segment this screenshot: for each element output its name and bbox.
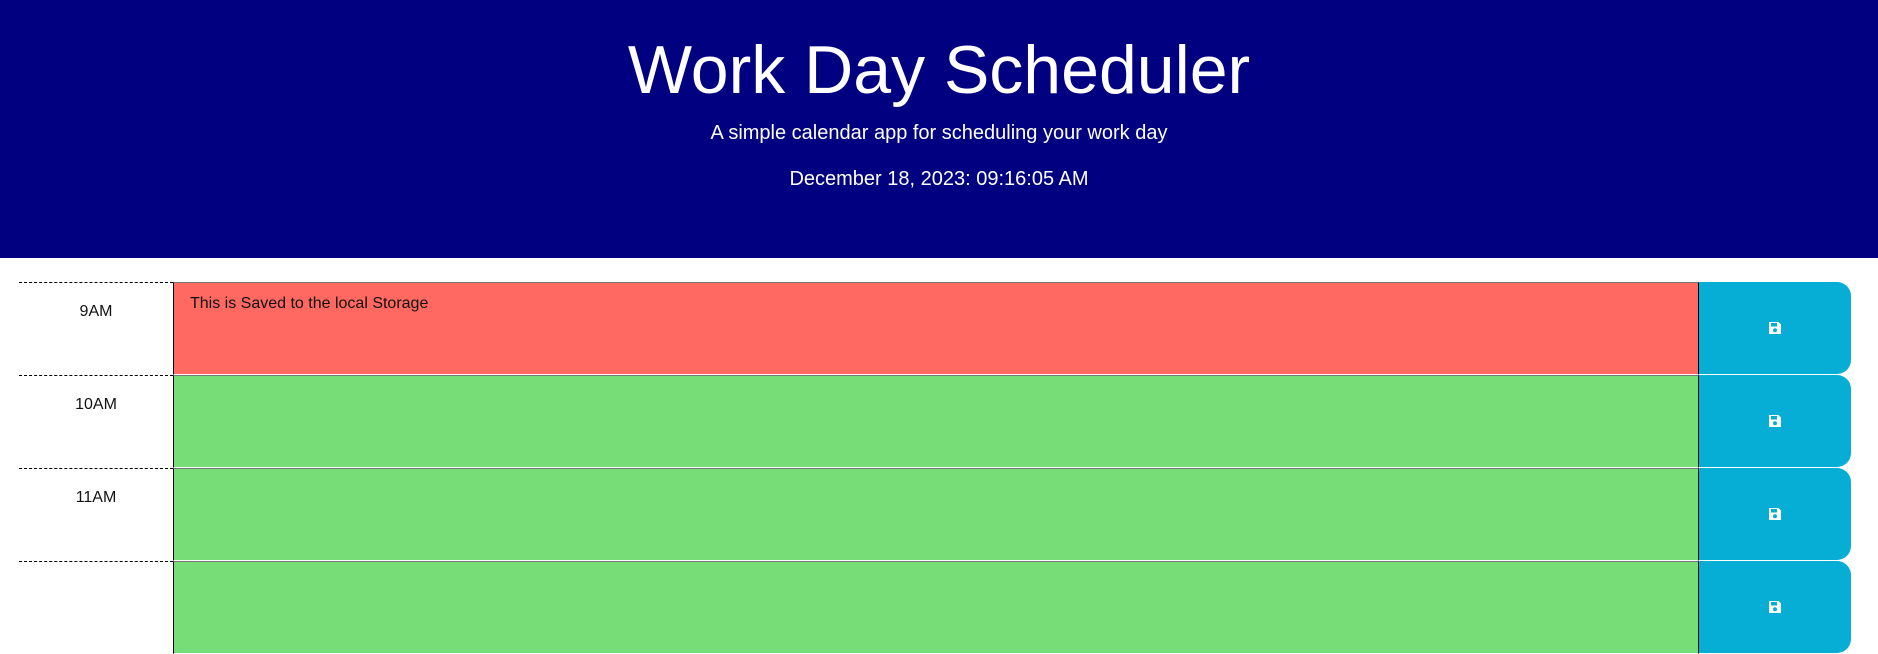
save-icon — [1769, 508, 1781, 520]
description-textarea[interactable] — [173, 468, 1699, 561]
description-textarea[interactable] — [173, 561, 1699, 654]
hour-label-text — [19, 562, 173, 582]
hour-label-text: 10AM — [75, 396, 117, 413]
timeblock-row: 9AM This is Saved to the local Storage — [0, 282, 1878, 375]
hour-label: 10AM — [19, 375, 173, 468]
hour-label-text: 11AM — [75, 489, 117, 506]
hour-label: 9AM — [19, 282, 173, 375]
timeblock-list: 9AM This is Saved to the local Storage 1… — [0, 282, 1878, 654]
timeblock-row — [0, 561, 1878, 654]
save-icon — [1769, 322, 1781, 334]
hour-label-text: 9AM — [79, 303, 113, 320]
save-button[interactable] — [1699, 468, 1851, 560]
page-title: Work Day Scheduler — [627, 32, 1251, 108]
timeblock-row: 11AM — [0, 468, 1878, 561]
save-icon — [1769, 415, 1781, 427]
hour-label — [19, 561, 173, 654]
hour-label: 11AM — [19, 468, 173, 561]
timeblock-row: 10AM — [0, 375, 1878, 468]
header: Work Day Scheduler A simple calendar app… — [0, 0, 1878, 258]
save-button[interactable] — [1699, 561, 1851, 653]
description-textarea[interactable]: This is Saved to the local Storage — [173, 282, 1699, 375]
current-datetime: December 18, 2023: 09:16:05 AM — [789, 168, 1089, 190]
description-textarea[interactable] — [173, 375, 1699, 468]
page-subtitle: A simple calendar app for scheduling you… — [710, 122, 1168, 144]
save-icon — [1769, 601, 1781, 613]
save-button[interactable] — [1699, 282, 1851, 374]
save-button[interactable] — [1699, 375, 1851, 467]
